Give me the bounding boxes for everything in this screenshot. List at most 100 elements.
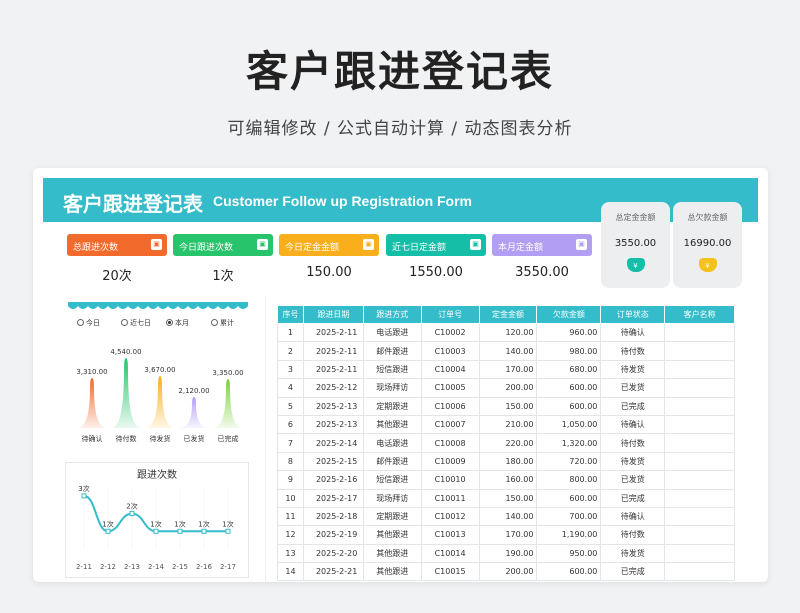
table-cell[interactable]: 邮件跟进 xyxy=(362,341,422,361)
table-cell[interactable]: 已发货 xyxy=(600,378,666,398)
column-header[interactable]: 序号 xyxy=(277,305,304,324)
table-cell[interactable]: 2025-2-13 xyxy=(302,414,364,435)
table-cell[interactable]: 120.00 xyxy=(478,322,538,343)
table-cell[interactable]: 2025-2-11 xyxy=(302,322,364,343)
table-cell[interactable]: 210.00 xyxy=(478,414,538,435)
table-cell[interactable] xyxy=(664,543,735,564)
table-cell[interactable]: C10004 xyxy=(420,359,480,380)
table-cell[interactable]: 700.00 xyxy=(536,506,602,527)
table-cell[interactable]: C10012 xyxy=(420,506,480,527)
table-cell[interactable]: 8 xyxy=(277,451,304,472)
table-cell[interactable]: 待付数 xyxy=(600,341,666,361)
table-cell[interactable]: 待发货 xyxy=(600,543,666,564)
table-cell[interactable]: 其他跟进 xyxy=(362,414,422,435)
table-cell[interactable]: 2025-2-16 xyxy=(302,470,364,490)
table-cell[interactable]: 待发货 xyxy=(600,359,666,380)
table-cell[interactable]: 720.00 xyxy=(536,451,602,472)
column-header[interactable]: 跟进日期 xyxy=(302,305,364,324)
radio-cumulative[interactable]: 累计 xyxy=(211,318,234,328)
table-cell[interactable]: 1,190.00 xyxy=(536,525,602,545)
table-cell[interactable]: 6 xyxy=(277,414,304,435)
table-cell[interactable]: 13 xyxy=(277,543,304,564)
table-cell[interactable]: 980.00 xyxy=(536,341,602,361)
table-cell[interactable]: 960.00 xyxy=(536,322,602,343)
table-cell[interactable]: 待确认 xyxy=(600,322,666,343)
column-header[interactable]: 订单状态 xyxy=(600,305,666,324)
table-cell[interactable]: 2 xyxy=(277,341,304,361)
table-cell[interactable]: 待发货 xyxy=(600,451,666,472)
table-cell[interactable] xyxy=(664,488,735,508)
radio-month[interactable]: 本月 xyxy=(166,318,189,328)
table-cell[interactable]: 160.00 xyxy=(478,470,538,490)
table-cell[interactable] xyxy=(664,378,735,398)
table-cell[interactable]: 1 xyxy=(277,322,304,343)
table-row[interactable]: 1 2025-2-11 电话跟进 C10002 120.00 960.00 待确认 xyxy=(277,322,735,343)
table-cell[interactable] xyxy=(664,341,735,361)
table-cell[interactable]: 150.00 xyxy=(478,488,538,508)
table-cell[interactable]: 2025-2-14 xyxy=(302,433,364,453)
table-cell[interactable]: 定期跟进 xyxy=(362,506,422,527)
table-row[interactable]: 13 2025-2-20 其他跟进 C10014 190.00 950.00 待发货 xyxy=(277,543,735,564)
table-cell[interactable] xyxy=(664,433,735,453)
table-cell[interactable]: 600.00 xyxy=(536,396,602,416)
table-cell[interactable] xyxy=(664,396,735,416)
table-cell[interactable]: 电话跟进 xyxy=(362,322,422,343)
table-cell[interactable] xyxy=(664,525,735,545)
table-cell[interactable]: 14 xyxy=(277,562,304,582)
column-header[interactable]: 跟进方式 xyxy=(362,305,422,324)
table-cell[interactable]: 2025-2-21 xyxy=(302,562,364,582)
table-cell[interactable] xyxy=(664,414,735,435)
table-cell[interactable]: 170.00 xyxy=(478,525,538,545)
column-header[interactable]: 定金金额 xyxy=(478,305,538,324)
table-cell[interactable]: 现场拜访 xyxy=(362,488,422,508)
table-cell[interactable]: 定期跟进 xyxy=(362,396,422,416)
table-cell[interactable]: 3 xyxy=(277,359,304,380)
table-cell[interactable]: 待确认 xyxy=(600,506,666,527)
table-cell[interactable]: 已完成 xyxy=(600,396,666,416)
table-cell[interactable]: C10002 xyxy=(420,322,480,343)
table-row[interactable]: 14 2025-2-21 其他跟进 C10015 200.00 600.00 已完成 xyxy=(277,562,735,582)
table-cell[interactable]: 其他跟进 xyxy=(362,543,422,564)
table-cell[interactable]: 10 xyxy=(277,488,304,508)
table-cell[interactable] xyxy=(664,562,735,582)
column-header[interactable]: 客户名称 xyxy=(664,305,735,324)
table-cell[interactable] xyxy=(664,506,735,527)
table-cell[interactable]: 12 xyxy=(277,525,304,545)
table-cell[interactable]: 已完成 xyxy=(600,562,666,582)
table-cell[interactable]: 170.00 xyxy=(478,359,538,380)
table-cell[interactable]: C10008 xyxy=(420,433,480,453)
column-header[interactable]: 订单号 xyxy=(420,305,480,324)
table-cell[interactable]: C10005 xyxy=(420,378,480,398)
table-cell[interactable]: 2025-2-19 xyxy=(302,525,364,545)
table-cell[interactable]: 800.00 xyxy=(536,470,602,490)
table-cell[interactable]: 其他跟进 xyxy=(362,525,422,545)
table-cell[interactable]: 140.00 xyxy=(478,506,538,527)
table-cell[interactable]: 现场拜访 xyxy=(362,378,422,398)
table-row[interactable]: 2 2025-2-11 邮件跟进 C10003 140.00 980.00 待付数 xyxy=(277,341,735,361)
table-cell[interactable]: 邮件跟进 xyxy=(362,451,422,472)
table-cell[interactable]: 200.00 xyxy=(478,378,538,398)
column-header[interactable]: 欠款金额 xyxy=(536,305,602,324)
table-cell[interactable]: 150.00 xyxy=(478,396,538,416)
table-row[interactable]: 8 2025-2-15 邮件跟进 C10009 180.00 720.00 待发货 xyxy=(277,451,735,472)
table-cell[interactable]: 电话跟进 xyxy=(362,433,422,453)
table-cell[interactable]: 11 xyxy=(277,506,304,527)
table-cell[interactable]: 600.00 xyxy=(536,562,602,582)
table-cell[interactable]: 180.00 xyxy=(478,451,538,472)
table-cell[interactable]: 5 xyxy=(277,396,304,416)
table-cell[interactable]: 短信跟进 xyxy=(362,470,422,490)
table-row[interactable]: 4 2025-2-12 现场拜访 C10005 200.00 600.00 已发货 xyxy=(277,378,735,398)
table-cell[interactable]: 已完成 xyxy=(600,488,666,508)
table-cell[interactable]: 1,320.00 xyxy=(536,433,602,453)
table-cell[interactable]: 7 xyxy=(277,433,304,453)
table-cell[interactable]: 190.00 xyxy=(478,543,538,564)
table-cell[interactable]: C10003 xyxy=(420,341,480,361)
table-cell[interactable]: 待付数 xyxy=(600,433,666,453)
radio-today[interactable]: 今日 xyxy=(77,318,100,328)
table-cell[interactable] xyxy=(664,322,735,343)
table-cell[interactable]: 2025-2-17 xyxy=(302,488,364,508)
table-cell[interactable]: 4 xyxy=(277,378,304,398)
table-cell[interactable]: C10006 xyxy=(420,396,480,416)
radio-week[interactable]: 近七日 xyxy=(121,318,151,328)
table-cell[interactable]: 2025-2-11 xyxy=(302,341,364,361)
